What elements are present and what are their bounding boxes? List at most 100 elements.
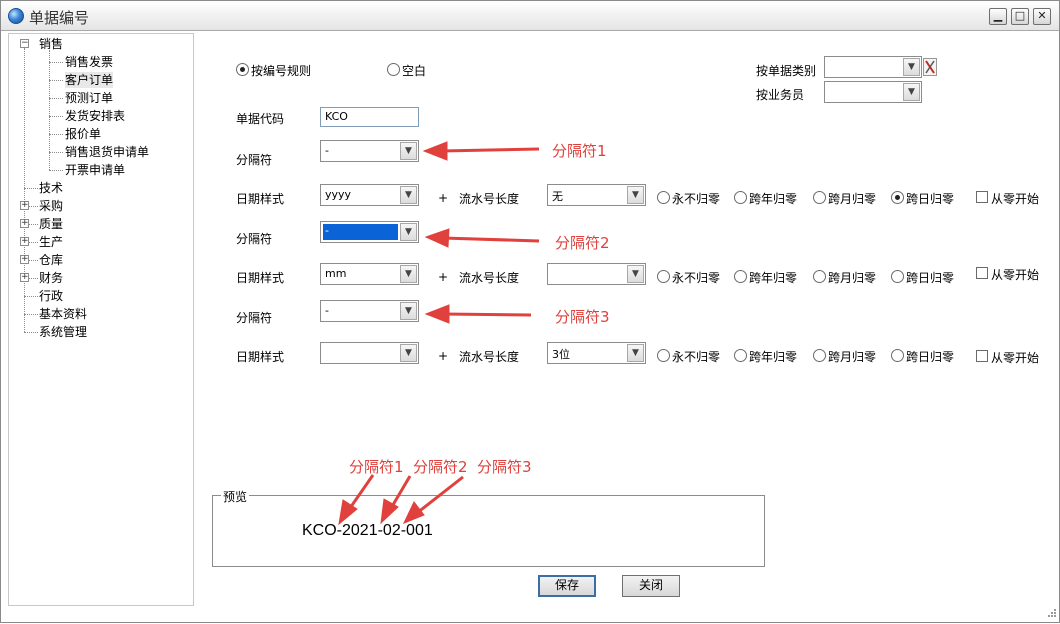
tree-item-sales-return-request[interactable]: 销售退货申请单	[65, 144, 149, 160]
salesperson-label: 按业务员	[756, 88, 805, 102]
separator-select-3[interactable]: - ▼	[320, 300, 419, 322]
from-zero-label: 从零开始	[991, 192, 1040, 206]
tree-item-sales-invoice[interactable]: 销售发票	[65, 54, 113, 70]
tree-item-quality[interactable]: 质量	[39, 216, 63, 232]
close-button[interactable]: ✕	[1033, 8, 1051, 25]
separator-value-2: -	[323, 224, 398, 240]
tree-line	[24, 296, 38, 297]
tree-item-purchasing[interactable]: 采购	[39, 198, 63, 214]
tree-line	[49, 134, 63, 135]
resize-grip-icon[interactable]	[1045, 608, 1057, 620]
tree-item-invoice-request[interactable]: 开票申请单	[65, 162, 125, 178]
plus-sign: +	[438, 349, 449, 363]
tree-item-basic-data[interactable]: 基本资料	[39, 306, 87, 322]
expand-toggle-icon[interactable]: +	[20, 237, 29, 246]
chevron-down-icon: ▼	[400, 302, 417, 320]
preview-label: 预览	[221, 488, 250, 505]
chevron-down-icon: ▼	[400, 142, 417, 160]
date-style-value-1: yyyy	[325, 188, 352, 201]
mode-blank-radio[interactable]	[387, 63, 400, 76]
from-zero-checkbox-2[interactable]	[976, 267, 988, 279]
save-button[interactable]: 保存	[538, 575, 596, 597]
date-style-value-2: mm	[325, 267, 347, 280]
reset-never-radio-1[interactable]	[657, 191, 670, 204]
reset-day-label: 跨日归零	[906, 350, 955, 364]
tree-item-sales[interactable]: 销售	[39, 36, 63, 52]
expand-toggle-icon[interactable]: +	[20, 201, 29, 210]
tree-item-finance[interactable]: 财务	[39, 270, 63, 286]
minimize-button[interactable]: ▁	[989, 8, 1007, 25]
reset-month-radio-1[interactable]	[813, 191, 826, 204]
reset-never-label: 永不归零	[672, 192, 721, 206]
mode-by-rule-radio[interactable]	[236, 63, 249, 76]
separator-select-1[interactable]: - ▼	[320, 140, 419, 162]
salesperson-select[interactable]: ▼	[824, 81, 922, 103]
reset-year-label: 跨年归零	[749, 192, 798, 206]
tree-item-production[interactable]: 生产	[39, 234, 63, 250]
doc-code-input[interactable]: KCO	[320, 107, 419, 127]
date-style-select-3[interactable]: ▼	[320, 342, 419, 364]
reset-year-label: 跨年归零	[749, 271, 798, 285]
tree-line	[49, 170, 63, 171]
from-zero-checkbox-1[interactable]	[976, 191, 988, 203]
reset-year-radio-2[interactable]	[734, 270, 747, 283]
close-form-button[interactable]: 关闭	[622, 575, 680, 597]
reset-month-radio-2[interactable]	[813, 270, 826, 283]
expand-toggle-icon[interactable]: +	[20, 273, 29, 282]
from-zero-label: 从零开始	[991, 268, 1040, 282]
tree-line	[29, 242, 38, 243]
tree-line	[24, 314, 38, 315]
plus-sign: +	[438, 191, 449, 205]
tree-item-warehouse[interactable]: 仓库	[39, 252, 63, 268]
preview-value: KCO-2021-02-001	[302, 522, 433, 539]
expand-toggle-icon[interactable]: +	[20, 219, 29, 228]
collapse-toggle-icon[interactable]: −	[20, 39, 29, 48]
tree-item-shipping-schedule[interactable]: 发货安排表	[65, 108, 125, 124]
reset-year-radio-1[interactable]	[734, 191, 747, 204]
serial-length-select-2[interactable]: ▼	[547, 263, 646, 285]
reset-year-radio-3[interactable]	[734, 349, 747, 362]
reset-never-radio-2[interactable]	[657, 270, 670, 283]
date-style-label-2: 日期样式	[236, 271, 285, 285]
bill-category-select[interactable]: ▼	[824, 56, 922, 78]
from-zero-label: 从零开始	[991, 351, 1040, 365]
tree-item-system-management[interactable]: 系统管理	[39, 324, 87, 340]
arrow-icon	[422, 141, 540, 161]
serial-length-select-1[interactable]: 无 ▼	[547, 184, 646, 206]
annotation-preview-separator-2: 分隔符2	[413, 458, 468, 476]
reset-never-label: 永不归零	[672, 271, 721, 285]
tree-line	[49, 116, 63, 117]
annotation-preview-separator-3: 分隔符3	[477, 458, 532, 476]
reset-month-radio-3[interactable]	[813, 349, 826, 362]
reset-day-radio-1[interactable]	[891, 191, 904, 204]
tree-item-admin[interactable]: 行政	[39, 288, 63, 304]
reset-never-radio-3[interactable]	[657, 349, 670, 362]
mode-by-rule-label: 按编号规则	[251, 64, 312, 78]
reset-day-radio-3[interactable]	[891, 349, 904, 362]
reset-day-label: 跨日归零	[906, 271, 955, 285]
reset-day-radio-2[interactable]	[891, 270, 904, 283]
tree-item-customer-order[interactable]: 客户订单	[65, 72, 114, 88]
tree-item-quotation[interactable]: 报价单	[65, 126, 101, 142]
maximize-button[interactable]: □	[1011, 8, 1029, 25]
from-zero-checkbox-3[interactable]	[976, 350, 988, 362]
separator-select-2[interactable]: - ▼	[320, 221, 419, 243]
date-style-select-2[interactable]: mm ▼	[320, 263, 419, 285]
tree-line	[29, 206, 38, 207]
clear-tool-button[interactable]	[923, 58, 937, 76]
tree-line	[29, 260, 38, 261]
date-style-select-1[interactable]: yyyy ▼	[320, 184, 419, 206]
expand-toggle-icon[interactable]: +	[20, 255, 29, 264]
arrow-icon	[424, 228, 540, 248]
chevron-down-icon: ▼	[627, 265, 644, 283]
serial-length-select-3[interactable]: 3位 ▼	[547, 342, 646, 364]
tree-item-technology[interactable]: 技术	[39, 180, 63, 196]
tree-line	[24, 188, 38, 189]
module-tree[interactable]: − 销售 销售发票 客户订单 预测订单 发货安排表 报价单 销售退货申请单 开票…	[8, 33, 194, 606]
separator-value-3: -	[325, 304, 329, 317]
chevron-down-icon: ▼	[400, 265, 417, 283]
chevron-down-icon: ▼	[627, 186, 644, 204]
window: 单据编号 ▁ □ ✕ − 销售 销售发票 客户订单 预测订单 发货安排表 报价单…	[0, 0, 1060, 623]
date-style-label-3: 日期样式	[236, 350, 285, 364]
tree-item-forecast-order[interactable]: 预测订单	[65, 90, 113, 106]
